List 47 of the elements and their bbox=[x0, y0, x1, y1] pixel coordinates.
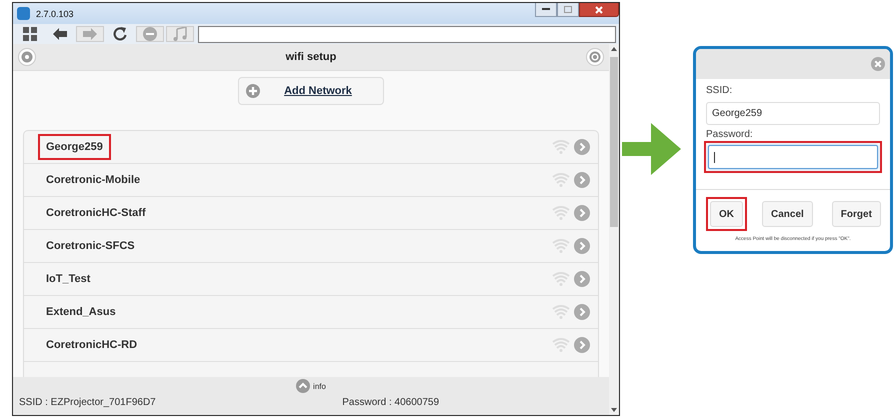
password-text: Password : 40600759 bbox=[342, 397, 439, 408]
window-title: 2.7.0.103 bbox=[36, 8, 74, 18]
chevron-right-icon[interactable] bbox=[574, 304, 590, 320]
password-label: Password: bbox=[706, 129, 754, 140]
wifi-signal-icon bbox=[552, 173, 570, 187]
network-name[interactable]: IoT_Test bbox=[38, 266, 98, 292]
close-button[interactable] bbox=[579, 3, 619, 17]
network-name[interactable]: Extend_Asus bbox=[38, 299, 124, 325]
close-icon[interactable] bbox=[871, 57, 885, 71]
chevron-right-icon[interactable] bbox=[574, 271, 590, 287]
network-name[interactable]: CoretronicHC-RD bbox=[38, 332, 146, 358]
wifi-signal-icon bbox=[552, 140, 570, 154]
settings-icon[interactable] bbox=[18, 48, 36, 66]
minimize-button[interactable] bbox=[535, 3, 557, 17]
chevron-right-icon[interactable] bbox=[574, 205, 590, 221]
wifi-signal-icon bbox=[552, 338, 570, 352]
chevron-up-icon bbox=[296, 379, 310, 393]
close-icon bbox=[595, 6, 603, 14]
ssid-label: SSID: bbox=[706, 85, 734, 96]
network-name[interactable]: George259 bbox=[38, 134, 111, 160]
chevron-right-icon[interactable] bbox=[574, 337, 590, 353]
info-button[interactable]: info bbox=[296, 379, 326, 393]
network-name[interactable]: Coretronic-Mobile bbox=[38, 167, 148, 193]
wifi-signal-icon bbox=[552, 239, 570, 253]
scrollbar[interactable] bbox=[609, 44, 619, 415]
network-name[interactable]: Coretronic-SFCS bbox=[38, 233, 143, 259]
ssid-field[interactable]: George259 bbox=[706, 102, 880, 125]
network-name[interactable]: CoretronicHC-Staff bbox=[38, 200, 154, 226]
wifi-signal-icon bbox=[552, 206, 570, 220]
chevron-right-icon[interactable] bbox=[574, 139, 590, 155]
dialog-button[interactable]: Cancel bbox=[762, 201, 813, 227]
dialog-button[interactable]: OK bbox=[710, 201, 743, 227]
plus-icon bbox=[246, 84, 260, 98]
text-cursor bbox=[714, 152, 715, 162]
wifi-signal-icon bbox=[552, 305, 570, 319]
chevron-right-icon[interactable] bbox=[574, 172, 590, 188]
add-network-button[interactable]: Add Network bbox=[238, 77, 384, 105]
chevron-right-icon[interactable] bbox=[574, 238, 590, 254]
ssid-text: SSID : EZProjector_701F96D7 bbox=[19, 397, 156, 408]
maximize-icon bbox=[564, 6, 572, 13]
page-title: wifi setup bbox=[284, 51, 338, 63]
address-field[interactable] bbox=[198, 26, 616, 42]
minimize-icon bbox=[542, 8, 550, 11]
wifi-signal-icon bbox=[552, 272, 570, 286]
pointer-arrow bbox=[622, 123, 682, 175]
dialog-button[interactable]: Forget bbox=[832, 201, 881, 227]
app-icon bbox=[17, 7, 30, 20]
